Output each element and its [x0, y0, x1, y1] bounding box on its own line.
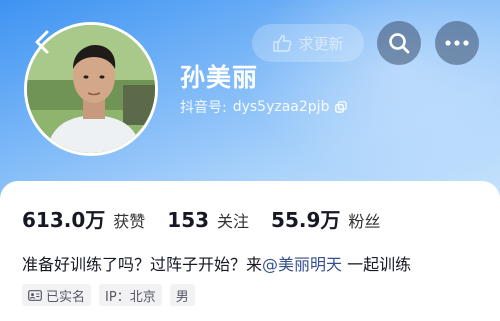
bio-mention-link[interactable]: @美丽明天 — [262, 255, 342, 274]
stat-likes[interactable]: 613.0万 获赞 — [22, 204, 145, 233]
back-button[interactable] — [24, 24, 60, 60]
tag-label: IP：北京 — [105, 289, 156, 305]
douyin-id-label: 抖音号: — [180, 100, 227, 116]
bio-text-suffix: 一起训练 — [342, 255, 412, 274]
request-update-button[interactable]: 求更新 — [252, 24, 364, 62]
hand-icon — [273, 34, 292, 52]
stats-row: 613.0万 获赞 153 关注 55.9万 粉丝 — [22, 204, 402, 233]
stat-following[interactable]: 153 关注 — [167, 208, 249, 232]
profile-name: 孙美丽 — [180, 63, 259, 92]
stat-value: 153 — [167, 208, 210, 232]
search-icon — [389, 33, 410, 54]
more-icon — [445, 40, 469, 46]
tag-verified[interactable]: 已实名 — [22, 284, 92, 306]
profile-header: 孙美丽 抖音号: dys5yzaa2pjb 求更新 — [0, 0, 500, 200]
stat-label: 获赞 — [113, 212, 146, 231]
douyin-id-value: dys5yzaa2pjb — [232, 99, 330, 115]
tag-label: 已实名 — [46, 289, 86, 305]
request-update-label: 求更新 — [298, 34, 344, 53]
stat-value: 613.0万 — [22, 208, 106, 232]
tag-label: 男 — [175, 289, 189, 305]
stat-followers[interactable]: 55.9万 粉丝 — [271, 204, 380, 233]
stat-label: 粉丝 — [348, 212, 381, 231]
tag-ip-location: IP：北京 — [99, 284, 162, 306]
profile-info-card: 613.0万 获赞 153 关注 55.9万 粉丝 准备好训练了吗？过阵子开始？… — [0, 181, 500, 321]
search-button[interactable] — [377, 21, 421, 65]
profile-tags: 已实名 IP：北京 男 — [22, 284, 195, 306]
tag-gender: 男 — [169, 284, 195, 306]
more-button[interactable] — [435, 21, 479, 65]
stat-value: 55.9万 — [271, 208, 341, 232]
chevron-left-icon — [35, 30, 49, 54]
stat-label: 关注 — [217, 212, 250, 231]
profile-bio: 准备好训练了吗？过阵子开始？来@美丽明天 一起训练 — [22, 251, 411, 275]
bio-text: 准备好训练了吗？过阵子开始？来 — [22, 255, 263, 274]
douyin-id-row: 抖音号: dys5yzaa2pjb — [180, 97, 348, 117]
copy-icon[interactable] — [335, 101, 348, 113]
id-card-icon — [28, 289, 42, 301]
